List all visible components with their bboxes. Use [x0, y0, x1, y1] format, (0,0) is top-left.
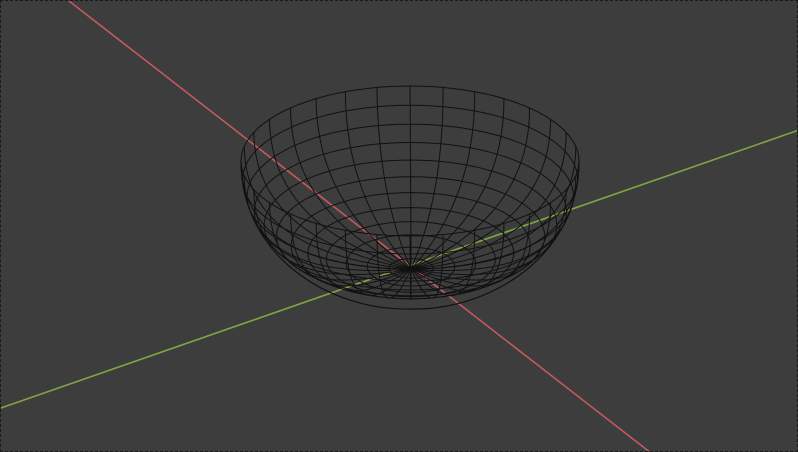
meridian-line: [290, 107, 412, 270]
3d-viewport[interactable]: [0, 0, 798, 452]
meridian-line: [410, 189, 567, 276]
hemisphere-wireframe-mesh[interactable]: [240, 85, 580, 310]
viewport-scene: [1, 1, 797, 451]
x-axis-line: [68, 1, 650, 451]
